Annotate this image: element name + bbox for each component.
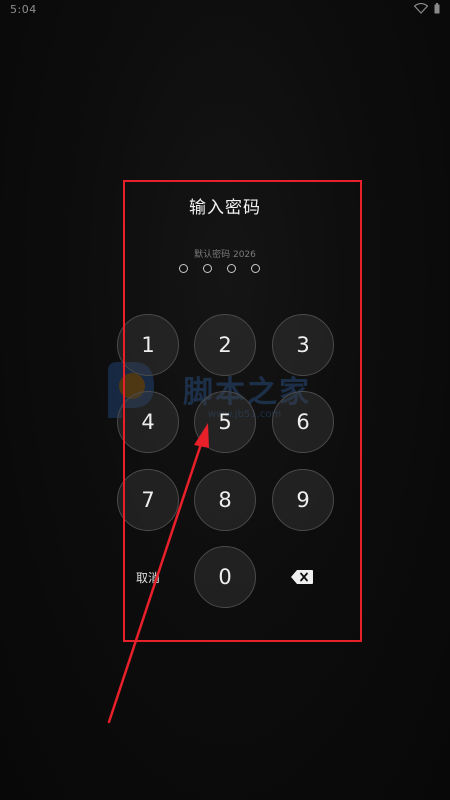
pin-dot [227,264,236,273]
wifi-icon [414,3,428,14]
pin-indicator [179,264,260,273]
key-1[interactable]: 1 [117,314,179,376]
status-time: 5:04 [10,3,37,16]
pin-dot [203,264,212,273]
pin-dot [251,264,260,273]
battery-icon [434,3,440,14]
key-0[interactable]: 0 [194,546,256,608]
key-3[interactable]: 3 [272,314,334,376]
default-password-hint: 默认密码 2026 [194,250,256,260]
page-title: 输入密码 [189,198,261,218]
key-4[interactable]: 4 [117,391,179,453]
key-7[interactable]: 7 [117,469,179,531]
status-bar: 5:04 [0,0,450,20]
key-8[interactable]: 8 [194,469,256,531]
key-6[interactable]: 6 [272,391,334,453]
key-2[interactable]: 2 [194,314,256,376]
key-9[interactable]: 9 [272,469,334,531]
backspace-button[interactable] [288,566,316,588]
cancel-button[interactable]: 取消 [120,566,176,588]
lock-screen: 5:04 脚本之家 www.jb51.com 输入密码 默认密码 2026 1 … [0,0,450,800]
key-5[interactable]: 5 [194,391,256,453]
backspace-icon [291,570,313,584]
pin-dot [179,264,188,273]
